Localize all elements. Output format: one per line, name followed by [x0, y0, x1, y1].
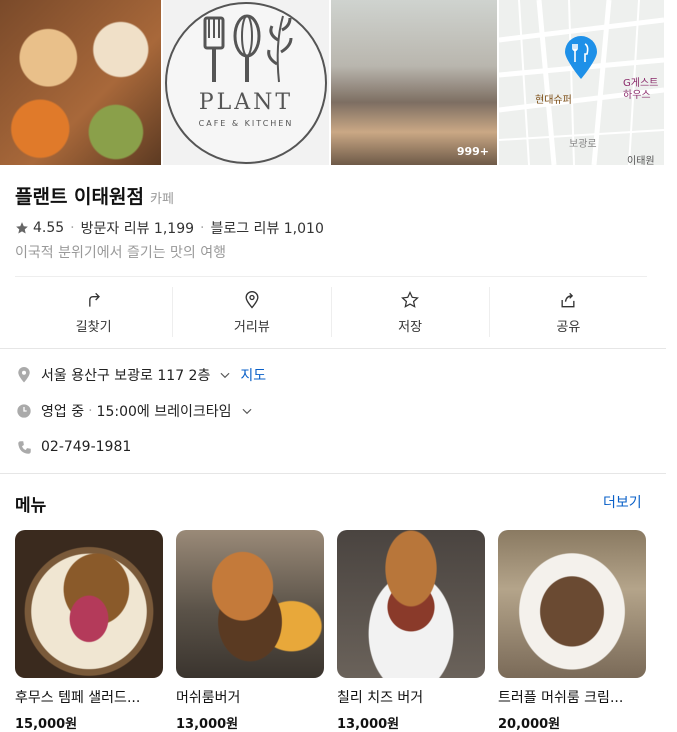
share-icon — [561, 292, 575, 307]
menu-item-price: 15,000원 — [15, 717, 78, 732]
menu-item-name: 트러플 머쉬룸 크림... — [498, 690, 624, 706]
rating-row: 4.55 · 방문자 리뷰 1,199 · 블로그 리뷰 1,010 — [15, 218, 324, 238]
photo-count-badge: 999+ — [456, 145, 489, 158]
menu-item-photo — [15, 530, 163, 678]
logo-word: PLANT — [198, 89, 294, 115]
phone-number[interactable]: 02-749-1981 — [41, 439, 131, 455]
save-label: 저장 — [398, 319, 423, 335]
map-pin-icon — [565, 36, 597, 79]
menu-item[interactable]: 트러플 머쉬룸 크림... 20,000원 — [498, 530, 646, 732]
share-label: 공유 — [556, 319, 581, 335]
directions-label: 길찾기 — [75, 319, 112, 335]
plant-logo: PLANT CAFE & KITCHEN — [165, 1, 327, 164]
street-view-label: 거리뷰 — [233, 319, 270, 335]
logo-photo[interactable]: PLANT CAFE & KITCHEN — [163, 0, 329, 165]
star-icon — [401, 290, 420, 308]
map-label-guesthouse: G게스트하우스 — [623, 78, 659, 101]
share-button[interactable]: 공유 — [490, 287, 647, 337]
phone-row: 02-749-1981 — [15, 438, 131, 456]
action-bar: 길찾기 거리뷰 저장 공유 — [15, 287, 647, 337]
photo-strip: PLANT CAFE & KITCHEN 999+ 현대슈퍼 G게스트하우스 보… — [0, 0, 666, 165]
visitor-reviews-link[interactable]: 방문자 리뷰 1,199 — [81, 218, 194, 238]
blog-reviews-link[interactable]: 블로그 리뷰 1,010 — [210, 218, 323, 238]
save-button[interactable]: 저장 — [332, 287, 490, 337]
place-category: 카페 — [149, 192, 174, 207]
menu-item-name: 후무스 템페 샐러드... — [15, 690, 141, 706]
menu-item[interactable]: 칠리 치즈 버거 13,000원 — [337, 530, 485, 732]
phone-icon — [15, 438, 33, 456]
menu-item[interactable]: 머쉬룸버거 13,000원 — [176, 530, 324, 732]
food-photo[interactable] — [0, 0, 161, 165]
logo-subtitle: CAFE & KITCHEN — [198, 118, 294, 128]
location-pin-icon — [15, 366, 33, 384]
address-text: 서울 용산구 보광로 117 2층 — [41, 368, 211, 384]
map-label-road: 보광로 — [569, 139, 597, 150]
menu-item-photo — [176, 530, 324, 678]
directions-button[interactable]: 길찾기 — [15, 287, 174, 337]
hours-row[interactable]: 영업 중 · 15:00에 브레이크타임 — [15, 401, 254, 421]
separator: · — [200, 220, 205, 236]
utensils-icon — [203, 14, 293, 82]
directions-icon — [88, 292, 100, 307]
rating-star-icon — [16, 222, 28, 234]
clock-icon — [15, 402, 33, 420]
map-label-store: 현대슈퍼 — [535, 95, 572, 106]
menu-item-name: 머쉬룸버거 — [176, 690, 241, 706]
menu-item[interactable]: 후무스 템페 샐러드... 15,000원 — [15, 530, 163, 732]
menu-item-name: 칠리 치즈 버거 — [337, 690, 424, 706]
place-tagline: 이국적 분위기에서 즐기는 맛의 여행 — [15, 245, 226, 261]
menu-more-link[interactable]: 더보기 — [603, 492, 642, 512]
menu-item-photo — [337, 530, 485, 678]
divider — [15, 276, 647, 277]
hours-detail: 15:00에 브레이크타임 — [96, 404, 232, 420]
street-view-icon — [245, 290, 259, 309]
rating-value: 4.55 — [33, 220, 65, 236]
menu-item-photo — [498, 530, 646, 678]
address-row: 서울 용산구 보광로 117 2층 지도 — [15, 365, 266, 385]
menu-list: 후무스 템페 샐러드... 15,000원 머쉬룸버거 13,000원 칠리 치… — [15, 530, 646, 732]
map-label-area: 이태원 — [627, 156, 655, 165]
divider — [0, 348, 666, 349]
chevron-down-icon[interactable] — [218, 368, 232, 382]
separator: · — [70, 220, 75, 236]
menu-item-price: 20,000원 — [498, 717, 561, 732]
place-name: 플랜트 이태원점 — [15, 186, 144, 208]
menu-item-price: 13,000원 — [176, 717, 239, 732]
separator: · — [88, 403, 93, 419]
interior-photo[interactable]: 999+ — [331, 0, 497, 165]
map-thumbnail[interactable]: 현대슈퍼 G게스트하우스 보광로 이태원 — [499, 0, 664, 165]
map-link[interactable]: 지도 — [240, 365, 266, 385]
chevron-down-icon — [242, 408, 252, 415]
menu-heading: 메뉴 — [15, 496, 47, 516]
hours-status: 영업 중 — [41, 404, 85, 420]
street-view-button[interactable]: 거리뷰 — [173, 287, 332, 337]
menu-item-price: 13,000원 — [337, 717, 400, 732]
place-title-row: 플랜트 이태원점 카페 — [15, 182, 174, 209]
section-separator — [0, 473, 666, 474]
